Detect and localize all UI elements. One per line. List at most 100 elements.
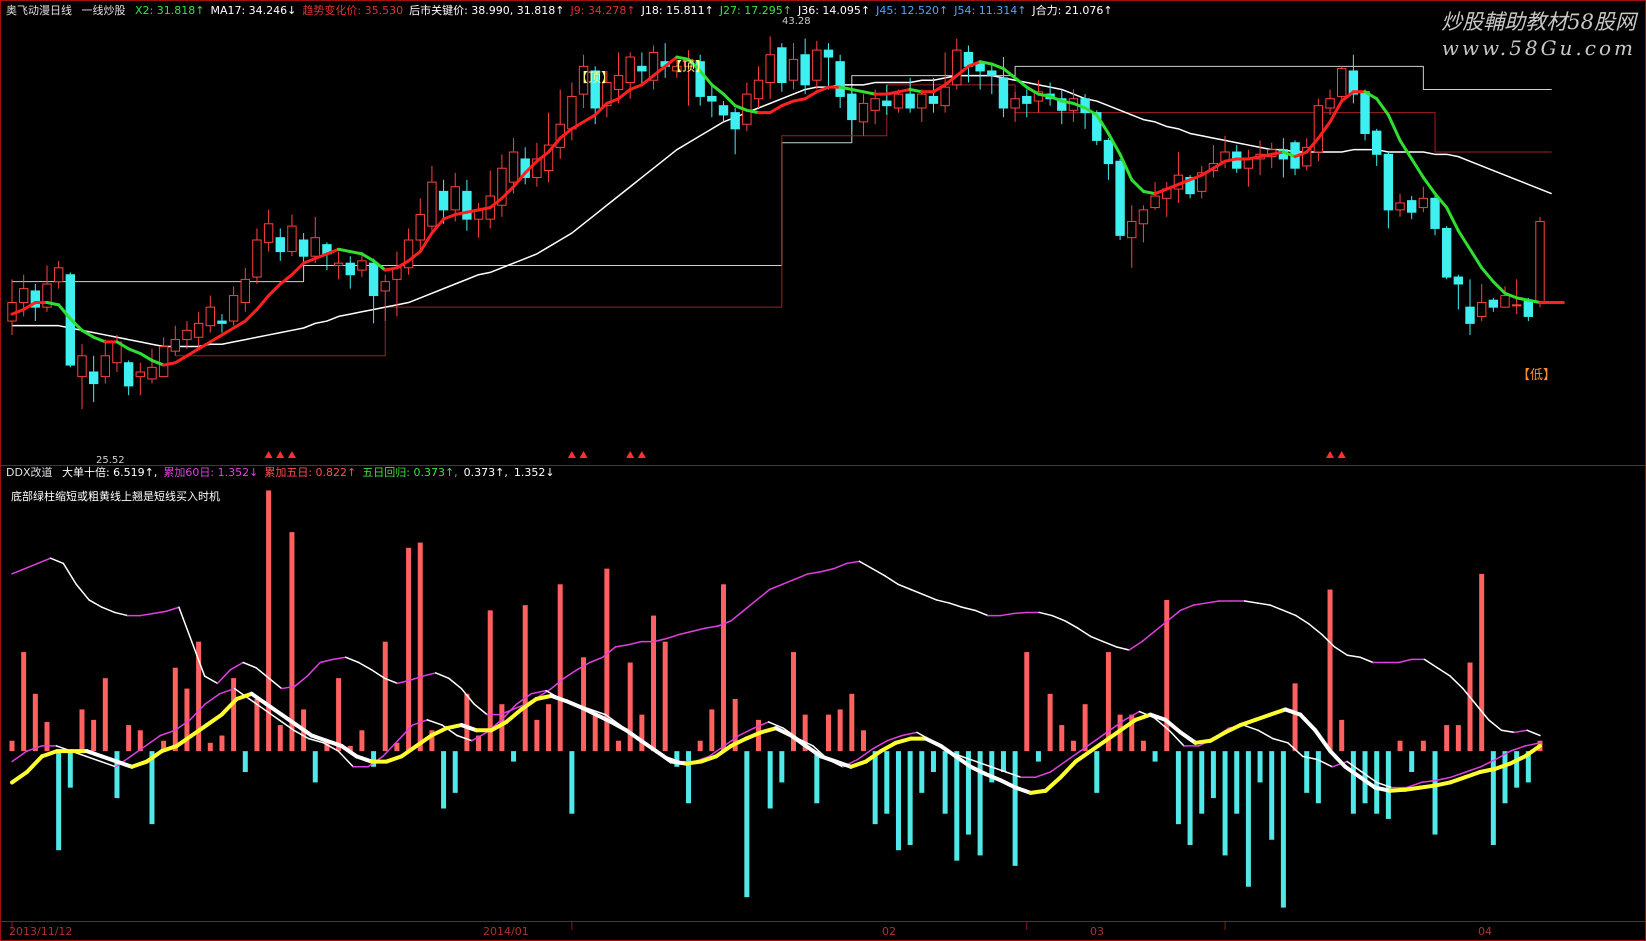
ddx-bar-54 [639,714,645,752]
buy-signal-2 [287,451,296,458]
price-pane[interactable] [7,36,1565,458]
ddx-header-values: 大单十倍: 6.519↑, 累加60日: 1.352↓ 累加五日: 0.822↑ 五日… [62,466,561,479]
x2-segment-124 [1445,206,1460,233]
ddx-line60-29 [370,669,386,679]
buy-signal-0 [264,451,273,458]
ddx-bar-17 [207,742,213,752]
ddx-bar-20 [242,751,248,772]
ddx-bar-86 [1012,751,1018,866]
candle-body-53 [625,56,635,84]
ddx-smooth-84 [1253,712,1273,722]
ddx-line5-85 [1257,729,1274,740]
ddx-bar-114 [1339,719,1345,752]
candle-body-25 [298,239,309,257]
candle-body-43 [508,151,519,183]
ddx-bar-72 [849,693,855,752]
ddx-line5-1 [11,750,28,763]
buy-signal-7 [1326,451,1335,458]
high-price-label: 43.28 [782,16,811,27]
ddx-bar-23 [277,725,283,752]
header-item-1: MA17: 34.246↓ [210,4,297,17]
date-label-4: 04 [1478,925,1492,938]
ddx-smooth-69 [1028,788,1048,795]
ddx-smooth-87 [1298,712,1318,733]
candle-body-76 [893,93,904,109]
candle-body-61 [718,105,729,116]
x2-segment-15 [173,354,189,365]
x2-segment-127 [1480,266,1495,284]
ddx-bar-78 [919,751,925,793]
ddx-line60-70 [897,583,912,591]
ddx-bar-122 [1432,751,1438,835]
ddx-line60-78 [999,612,1015,617]
ddx-bar-75 [884,751,890,814]
candle-body-13 [158,346,169,378]
ddx-bar-106 [1245,751,1251,887]
ddx-line60-1 [11,567,26,575]
x2-segment-12 [138,351,154,362]
ddx-line60-12 [152,610,167,615]
ddx-line5-29 [426,719,443,726]
ddx-smooth-56 [833,759,853,769]
candle-body-127 [1488,299,1499,308]
ddx-bar-123 [1444,725,1450,752]
x2-segment-67 [780,99,795,108]
ddx-bar-70 [825,714,831,752]
ddx-bar-127 [1490,751,1496,845]
ddx-smooth-55 [818,754,838,764]
ddx-smooth-12 [174,733,194,748]
ddx-line60-61 [781,578,797,586]
ddx-bar-2 [32,693,38,752]
ddx-smooth-68 [1013,785,1033,795]
x2-segment-19 [220,326,236,337]
ddx-bar-1 [21,652,27,752]
indicator-name: 一线炒股 [81,4,126,17]
ddx-bar-103 [1210,751,1216,799]
ddx-smooth-91 [1358,775,1378,790]
candle-body-35 [415,214,425,241]
candle-body-70 [823,49,834,58]
candle-body-62 [730,112,740,130]
candle-body-37 [438,190,449,211]
candle-body-22 [263,223,274,243]
candle-body-20 [240,278,250,304]
ddx-header-item-1: 累加60日: 1.352↓ [163,466,259,479]
ddx-line60-89 [1141,630,1156,643]
candle-body-11 [135,371,146,378]
ddx-line60-118 [1513,729,1528,734]
ddx-bar-30 [359,730,365,752]
ddx-indicator-header: DDX改道 大单十倍: 6.519↑, 累加60日: 1.352↓ 累加五日: 0.… [6,466,567,480]
candle-body-72 [847,93,857,121]
ddx-header-item-4: 0.373↑, [463,466,508,479]
candle-body-122 [1430,197,1440,229]
candle-body-130 [1523,299,1534,317]
ddx-smooth-59 [878,740,898,754]
ddx-line60-7 [88,599,103,608]
ddx-line60-99 [1269,604,1284,612]
candle-body-28 [333,262,344,266]
candle-body-17 [205,306,215,327]
x2-segment-23 [267,282,282,298]
candle-body-80 [940,86,950,107]
x2-segment-18 [208,333,224,344]
ddx-line60-68 [871,567,886,577]
candle-body-64 [753,79,764,100]
candle-body-75 [882,100,892,107]
ddx-line60-79 [1012,611,1028,615]
ddx-bar-12 [149,751,155,825]
candle-body-38 [450,186,460,211]
ddx-bar-89 [1047,693,1053,752]
candle-body-48 [567,95,577,130]
buy-signal-1 [276,451,285,458]
ddx-line60-101 [1295,614,1310,625]
ddx-line60-19 [242,661,257,669]
x2-segment-97 [1130,178,1145,193]
candle-body-26 [310,237,320,257]
ddx-smooth-62 [923,736,943,748]
ddx-bar-128 [1502,751,1508,804]
ddx-pane[interactable] [9,490,1543,908]
x2-segment-54 [628,83,644,91]
ddx-line60-60 [768,583,784,591]
candle-body-7 [88,371,99,385]
ddx-line60-113 [1449,675,1464,690]
